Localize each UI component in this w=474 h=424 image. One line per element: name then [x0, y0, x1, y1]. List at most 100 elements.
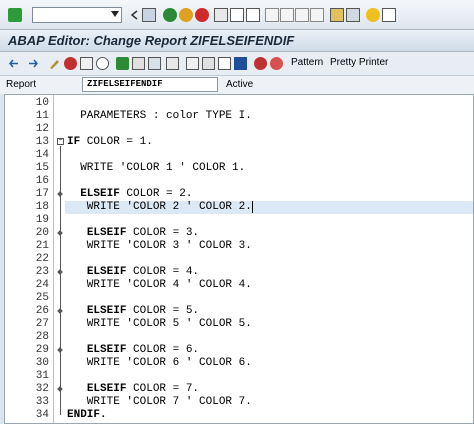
- code-line[interactable]: 19: [5, 214, 473, 227]
- back-arrow-icon[interactable]: [128, 8, 142, 22]
- code-line[interactable]: 22: [5, 253, 473, 266]
- code-line[interactable]: 23 ELSEIF COLOR = 4.: [5, 266, 473, 279]
- last-page-icon[interactable]: [310, 8, 324, 22]
- new-session-icon[interactable]: [330, 8, 344, 22]
- info-icon[interactable]: [234, 57, 247, 70]
- code-line[interactable]: 24 WRITE 'COLOR 4 ' COLOR 4.: [5, 279, 473, 292]
- frame-icon[interactable]: [218, 57, 231, 70]
- code-line[interactable]: 27 WRITE 'COLOR 5 ' COLOR 5.: [5, 318, 473, 331]
- code-text[interactable]: PARAMETERS : color TYPE I.: [67, 110, 252, 123]
- check-icon[interactable]: [80, 57, 93, 70]
- code-line[interactable]: 25: [5, 292, 473, 305]
- code-line[interactable]: 28: [5, 331, 473, 344]
- code-text[interactable]: WRITE 'COLOR 6 ' COLOR 6.: [67, 357, 252, 370]
- next-page-icon[interactable]: [295, 8, 309, 22]
- code-line[interactable]: 13 IF COLOR = 1. −: [5, 136, 473, 149]
- enhance-icon[interactable]: [202, 57, 215, 70]
- back-arrow-icon[interactable]: [8, 57, 21, 70]
- object-list-icon[interactable]: [148, 57, 161, 70]
- line-number: 13: [35, 136, 49, 148]
- code-line[interactable]: 18 WRITE 'COLOR 2 ' COLOR 2.: [5, 201, 473, 214]
- first-page-icon[interactable]: [265, 8, 279, 22]
- fold-toggle-icon[interactable]: −: [57, 138, 64, 145]
- code-text[interactable]: WRITE 'COLOR 3 ' COLOR 3.: [67, 240, 252, 253]
- line-number: 24: [35, 279, 49, 291]
- code-text[interactable]: ELSEIF COLOR = 6.: [67, 344, 199, 357]
- code-line[interactable]: 31: [5, 370, 473, 383]
- code-line[interactable]: 26 ELSEIF COLOR = 5.: [5, 305, 473, 318]
- code-line[interactable]: 21 WRITE 'COLOR 3 ' COLOR 3.: [5, 240, 473, 253]
- code-line[interactable]: 11 PARAMETERS : color TYPE I.: [5, 110, 473, 123]
- title-bar: ABAP Editor: Change Report ZIFELSEIFENDI…: [0, 30, 474, 52]
- code-line[interactable]: 16: [5, 175, 473, 188]
- code-text[interactable]: WRITE 'COLOR 4 ' COLOR 4.: [67, 279, 252, 292]
- print-icon[interactable]: [214, 8, 228, 22]
- previous-page-icon[interactable]: [280, 8, 294, 22]
- line-number: 30: [35, 357, 49, 369]
- code-text[interactable]: ENDIF.: [67, 409, 107, 422]
- external-breakpoint-icon[interactable]: [270, 57, 283, 70]
- layout-menu-icon[interactable]: [382, 8, 396, 22]
- code-text[interactable]: ELSEIF COLOR = 7.: [67, 383, 199, 396]
- code-line[interactable]: 15 WRITE 'COLOR 1 ' COLOR 1.: [5, 162, 473, 175]
- help-icon[interactable]: [366, 8, 380, 22]
- pretty-printer-button[interactable]: Pretty Printer: [330, 57, 388, 68]
- code-text[interactable]: ELSEIF COLOR = 2.: [67, 188, 192, 201]
- line-number: 33: [35, 396, 49, 408]
- code-text[interactable]: IF COLOR = 1.: [67, 136, 153, 149]
- forward-arrow-icon[interactable]: [26, 57, 39, 70]
- code-line[interactable]: 14: [5, 149, 473, 162]
- text-cursor: [251, 201, 253, 213]
- back-icon[interactable]: [163, 8, 177, 22]
- application-toolbar: Pattern Pretty Printer: [0, 52, 474, 76]
- shortcut-icon[interactable]: [346, 8, 360, 22]
- code-text[interactable]: WRITE 'COLOR 2 ' COLOR 2.: [67, 201, 252, 214]
- line-number: 29: [35, 344, 49, 356]
- line-number: 17: [35, 188, 49, 200]
- test-icon[interactable]: [116, 57, 129, 70]
- line-number: 14: [35, 149, 49, 161]
- active-inactive-icon[interactable]: [64, 57, 77, 70]
- breakpoint-icon[interactable]: [254, 57, 267, 70]
- code-text[interactable]: ELSEIF COLOR = 4.: [67, 266, 199, 279]
- exit-icon[interactable]: [179, 8, 193, 22]
- code-editor[interactable]: 10 11 PARAMETERS : color TYPE I. 12 13 IF CO…: [4, 94, 474, 424]
- report-name-field: ZIFELSEIFENDIF: [82, 77, 218, 92]
- find-icon[interactable]: [230, 8, 244, 22]
- code-text[interactable]: ELSEIF COLOR = 5.: [67, 305, 199, 318]
- hierarchy-icon[interactable]: [166, 57, 179, 70]
- code-line[interactable]: 20 ELSEIF COLOR = 3.: [5, 227, 473, 240]
- line-number: 25: [35, 292, 49, 304]
- line-number: 34: [35, 409, 49, 421]
- code-text[interactable]: WRITE 'COLOR 7 ' COLOR 7.: [67, 396, 252, 409]
- code-line[interactable]: 34 ENDIF.: [5, 409, 473, 422]
- find-next-icon[interactable]: [246, 8, 260, 22]
- line-number: 31: [35, 370, 49, 382]
- line-number: 23: [35, 266, 49, 278]
- page-title: ABAP Editor: Change Report ZIFELSEIFENDI…: [8, 33, 295, 48]
- line-number: 20: [35, 227, 49, 239]
- code-line[interactable]: 30 WRITE 'COLOR 6 ' COLOR 6.: [5, 357, 473, 370]
- navigation-window-icon[interactable]: [186, 57, 199, 70]
- code-line[interactable]: 10: [5, 97, 473, 110]
- enter-icon[interactable]: [8, 8, 22, 22]
- code-line[interactable]: 33 WRITE 'COLOR 7 ' COLOR 7.: [5, 396, 473, 409]
- code-line[interactable]: 17 ELSEIF COLOR = 2.: [5, 188, 473, 201]
- where-used-icon[interactable]: [132, 57, 145, 70]
- line-number: 21: [35, 240, 49, 252]
- display-change-icon[interactable]: [48, 57, 61, 70]
- activate-icon[interactable]: [96, 57, 109, 70]
- code-line[interactable]: 32 ELSEIF COLOR = 7.: [5, 383, 473, 396]
- code-text[interactable]: ELSEIF COLOR = 3.: [67, 227, 199, 240]
- report-label: Report: [6, 79, 37, 90]
- code-text[interactable]: WRITE 'COLOR 5 ' COLOR 5.: [67, 318, 252, 331]
- code-line[interactable]: 12: [5, 123, 473, 136]
- line-number: 16: [35, 175, 49, 187]
- code-text[interactable]: WRITE 'COLOR 1 ' COLOR 1.: [67, 162, 245, 175]
- save-icon[interactable]: [142, 8, 156, 22]
- cancel-icon[interactable]: [195, 8, 209, 22]
- chevron-down-icon[interactable]: [111, 11, 119, 17]
- code-line[interactable]: 29 ELSEIF COLOR = 6.: [5, 344, 473, 357]
- command-field[interactable]: [32, 7, 122, 23]
- pattern-button[interactable]: Pattern: [291, 57, 323, 68]
